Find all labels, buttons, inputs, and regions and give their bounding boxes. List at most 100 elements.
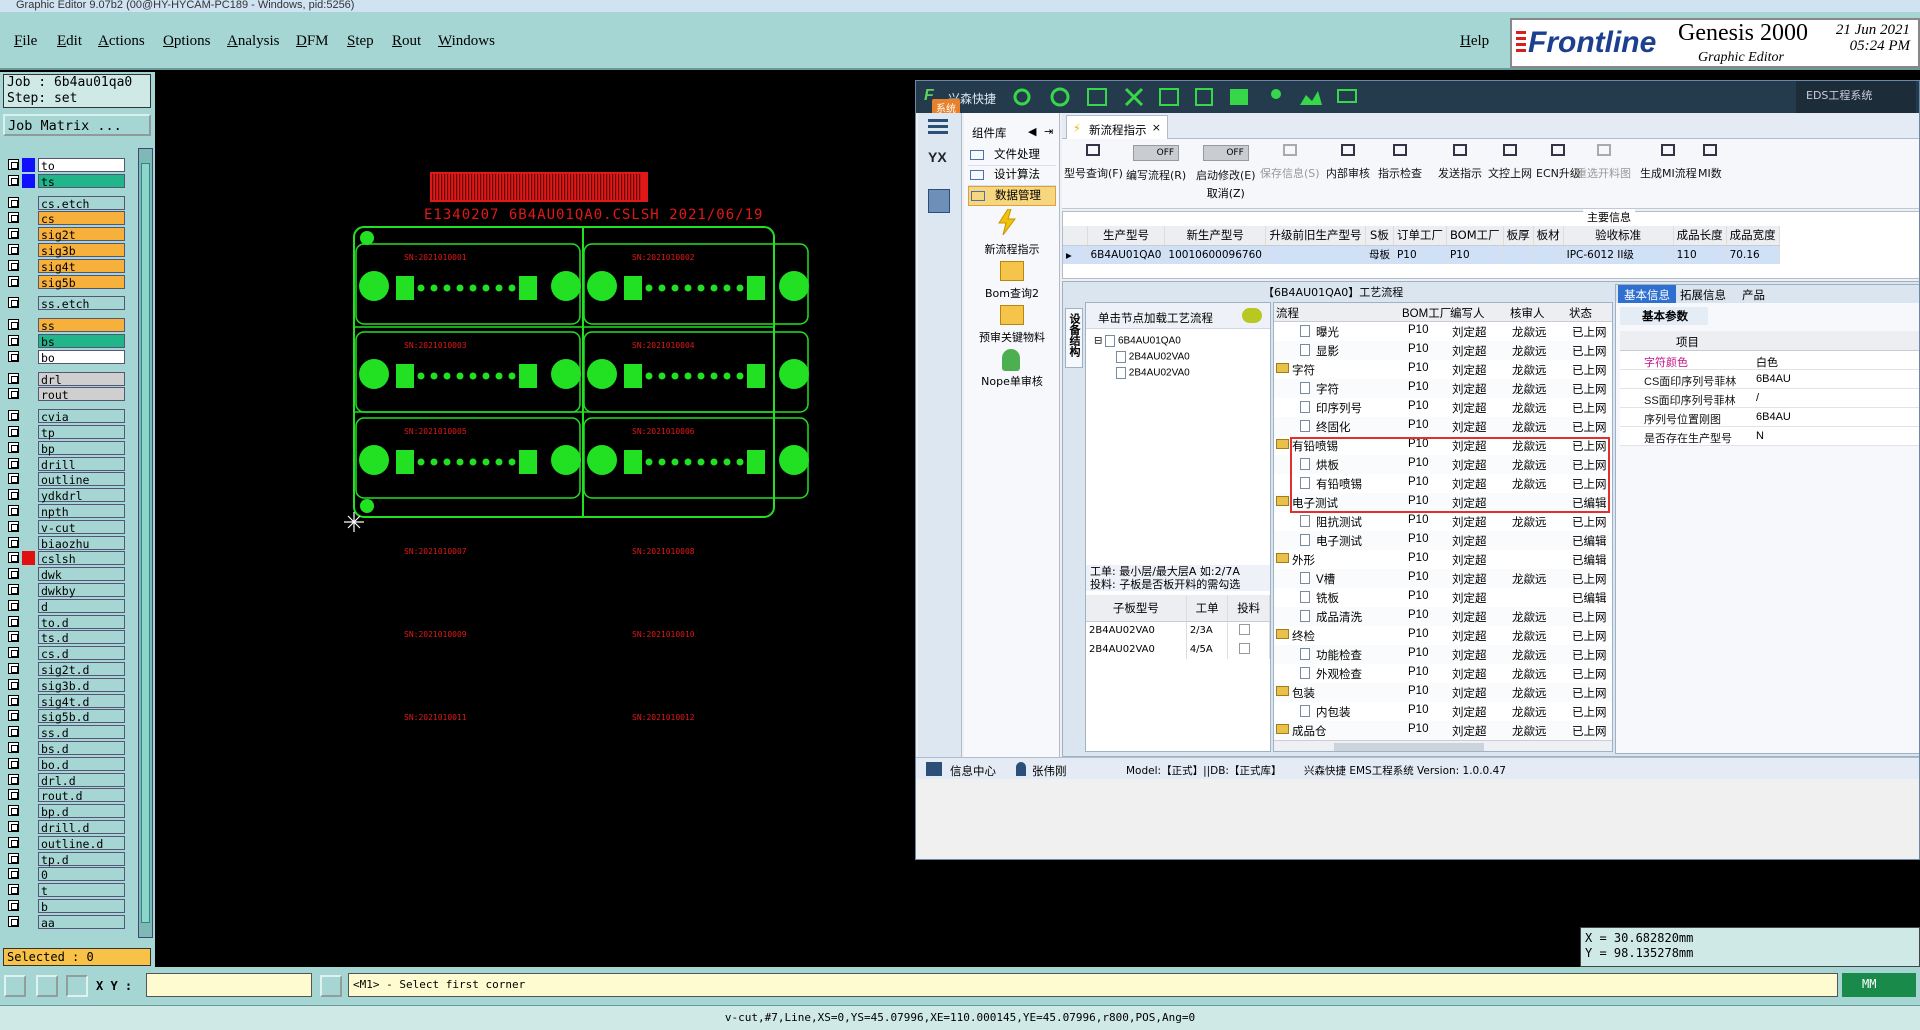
layer-name[interactable]: sig3b.d	[38, 677, 125, 693]
ribbon-button[interactable]: ECN升级	[1536, 139, 1581, 207]
layer-name[interactable]: b	[38, 899, 125, 914]
layer-name[interactable]: drl.d	[38, 772, 125, 788]
layer-name[interactable]: ss.etch	[38, 296, 125, 311]
layer-name[interactable]: dwk	[38, 567, 125, 582]
layer-row[interactable]: cs.d	[8, 646, 125, 661]
func-preaudit[interactable]: 预审关键物料	[964, 329, 1060, 345]
expand-icon[interactable]: ⊟	[1094, 336, 1102, 347]
layer-row[interactable]: sig4t	[8, 258, 125, 274]
layer-row[interactable]: bp.d	[8, 804, 125, 819]
table-row[interactable]: 2B4AU02VA0 2/3A	[1086, 621, 1270, 640]
layer-row[interactable]: sig3b.d	[8, 677, 125, 693]
column-header[interactable]: 板厚	[1503, 226, 1534, 246]
layer-checkbox[interactable]	[8, 584, 19, 595]
layer-checkbox[interactable]	[8, 615, 19, 627]
layer-row[interactable]: tp.d	[8, 851, 125, 867]
layer-checkbox[interactable]	[8, 388, 19, 400]
scrollbar-thumb[interactable]	[141, 163, 150, 923]
layer-name[interactable]: outline	[38, 472, 125, 487]
layer-checkbox[interactable]	[8, 174, 19, 186]
layer-checkbox[interactable]	[8, 663, 19, 674]
layer-row[interactable]: cvia	[8, 409, 125, 424]
zoom-tool-icon[interactable]	[4, 975, 26, 997]
layer-name[interactable]: to.d	[38, 614, 125, 630]
layer-name[interactable]: biaozhu	[38, 535, 125, 551]
layer-checkbox[interactable]	[8, 852, 19, 864]
menu-analysis[interactable]: Analysis	[227, 33, 280, 50]
layer-checkbox[interactable]	[8, 568, 19, 580]
ribbon-button[interactable]: 生成MI流程	[1640, 139, 1697, 207]
table-cell[interactable]	[1227, 640, 1270, 659]
layer-checkbox[interactable]	[8, 489, 19, 501]
layer-row[interactable]: sig2t.d	[8, 662, 125, 677]
layer-row[interactable]: cs	[8, 211, 125, 226]
param-row[interactable]: 字符颜色 白色	[1620, 351, 1919, 370]
flow-row[interactable]: 电子测试 P10 刘定超 已编辑	[1274, 531, 1612, 550]
layer-name[interactable]: d	[38, 598, 125, 614]
basic-params-tab[interactable]: 基本参数	[1620, 307, 1708, 325]
layer-name[interactable]: cslsh	[38, 551, 125, 566]
menu-edit[interactable]: Edit	[57, 33, 82, 50]
layer-row[interactable]: drill.d	[8, 820, 125, 835]
tab-basic-info[interactable]: 基本信息	[1618, 285, 1676, 303]
layer-checkbox[interactable]	[8, 410, 19, 422]
layer-checkbox[interactable]	[8, 244, 19, 255]
flow-row[interactable]: 字符 P10 刘定超 龙歘远 已上网	[1274, 360, 1612, 379]
layer-row[interactable]: ts	[8, 173, 125, 189]
layer-checkbox[interactable]	[8, 259, 19, 271]
menu-windows[interactable]: Windows	[438, 33, 495, 50]
layer-row[interactable]: bp	[8, 440, 125, 456]
column-header[interactable]: 订单工厂	[1393, 226, 1447, 246]
layer-checkbox[interactable]	[8, 915, 19, 927]
layer-name[interactable]: sig5b	[38, 274, 125, 290]
layer-name[interactable]: dwkby	[38, 583, 125, 598]
xy-input[interactable]	[146, 973, 312, 997]
layer-row[interactable]: bs	[8, 334, 125, 349]
layer-row[interactable]: cs.etch	[8, 195, 125, 211]
layer-row[interactable]: t	[8, 883, 125, 898]
layer-checkbox[interactable]	[8, 821, 19, 832]
layer-row[interactable]: outline.d	[8, 835, 125, 851]
job-matrix-button[interactable]: Job Matrix ...	[3, 114, 151, 136]
table-row[interactable]: 2B4AU02VA0 4/5A	[1086, 640, 1270, 659]
feed-checkbox[interactable]	[1239, 642, 1251, 654]
layer-row[interactable]: npth	[8, 504, 125, 519]
menu-step[interactable]: Step	[347, 33, 374, 50]
column-header[interactable]: S板	[1365, 226, 1394, 246]
layer-name[interactable]: sig5b.d	[38, 709, 125, 724]
layer-name[interactable]: cvia	[38, 409, 125, 424]
layer-row[interactable]: ss.d	[8, 725, 125, 740]
layer-row[interactable]: sig5b	[8, 274, 125, 290]
layer-checkbox[interactable]	[8, 710, 19, 722]
ribbon-button[interactable]: 发送指示	[1438, 139, 1482, 207]
layer-name[interactable]: bs.d	[38, 741, 125, 756]
layer-row[interactable]: d	[8, 598, 125, 614]
layer-row[interactable]: aa	[8, 914, 125, 930]
layer-row[interactable]: ss.etch	[8, 296, 125, 311]
layer-row[interactable]: b	[8, 899, 125, 914]
layer-checkbox[interactable]	[8, 678, 19, 690]
layer-name[interactable]: bp	[38, 440, 125, 456]
layer-name[interactable]: to	[38, 158, 125, 173]
layer-checkbox[interactable]	[8, 900, 19, 911]
layer-row[interactable]: v-cut	[8, 519, 125, 535]
tree-root[interactable]: ⊟ 6B4AU01QA0	[1094, 335, 1181, 347]
tab-extended-info[interactable]: 拓展信息	[1680, 287, 1726, 303]
layer-name[interactable]: sig2t	[38, 227, 125, 242]
layer-name[interactable]: sig4t.d	[38, 693, 125, 709]
layer-row[interactable]: tp	[8, 425, 125, 440]
ribbon-button[interactable]: 指示检查	[1378, 139, 1422, 207]
layer-checkbox[interactable]	[8, 757, 19, 769]
layer-checkbox[interactable]	[8, 457, 19, 469]
layer-name[interactable]: rout.d	[38, 788, 125, 803]
param-row[interactable]: CS面印序列号菲林 6B4AU	[1620, 370, 1919, 389]
menu-file[interactable]: File	[14, 33, 37, 50]
layer-name[interactable]: ydkdrl	[38, 488, 125, 503]
ribbon-button[interactable]: 内部审核	[1326, 139, 1370, 207]
layer-row[interactable]: rout	[8, 387, 125, 402]
layer-checkbox[interactable]	[8, 836, 19, 848]
layer-checkbox[interactable]	[8, 647, 19, 659]
layer-checkbox[interactable]	[8, 372, 19, 384]
layer-row[interactable]: dwk	[8, 567, 125, 582]
column-header[interactable]: BOM工厂	[1446, 226, 1504, 246]
